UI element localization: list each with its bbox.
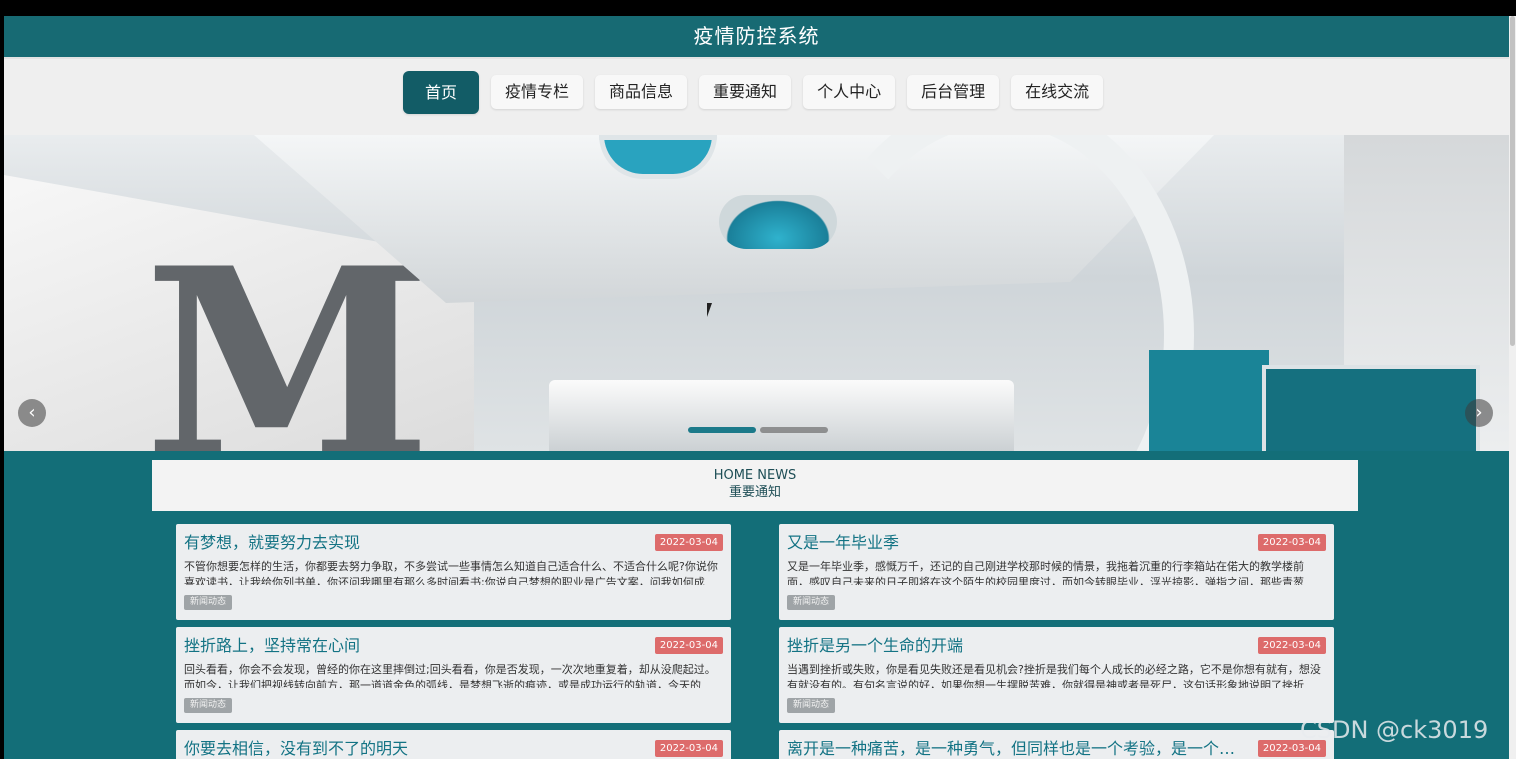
section-title-en: HOME NEWS (713, 468, 797, 483)
watermark: CSDN @ck3019 (1300, 716, 1489, 744)
nav-item-0[interactable]: 首页 (403, 71, 480, 114)
carousel-indicator[interactable] (688, 427, 828, 437)
news-date-badge: 2022-03-04 (654, 637, 723, 654)
app-frame: 疫情防控系统 首页 疫情专栏 商品信息 重要通知 个人中心 后台管理 在线交流 M ‹ › … (4, 16, 1509, 759)
banner-carousel[interactable]: M ‹ › (4, 135, 1509, 451)
section-header: HOME NEWS 重要通知 (152, 460, 1358, 511)
nav-item-1[interactable]: 疫情专栏 (491, 75, 584, 109)
news-title[interactable]: 挫折是另一个生命的开端 (787, 636, 1247, 656)
chevron-right-icon[interactable]: › (1465, 399, 1493, 427)
nav-item-4[interactable]: 个人中心 (803, 75, 896, 109)
section-title-cn: 重要通知 (728, 485, 781, 500)
news-title[interactable]: 有梦想，就要努力去实现 (184, 533, 644, 553)
main-nav: 首页 疫情专栏 商品信息 重要通知 个人中心 后台管理 在线交流 (4, 57, 1509, 137)
news-date-badge: 2022-03-04 (1257, 637, 1326, 654)
mouse-cursor-icon (707, 303, 717, 317)
news-title[interactable]: 又是一年毕业季 (787, 533, 1247, 553)
banner-image-panel (1149, 350, 1269, 451)
carousel-dot[interactable] (688, 427, 756, 433)
news-card[interactable]: 离开是一种痛苦，是一种勇气，但同样也是一个考验，是一个新的... 2022-03-… (779, 730, 1334, 759)
news-title[interactable]: 离开是一种痛苦，是一种勇气，但同样也是一个考验，是一个新的... (787, 739, 1247, 759)
news-category-tag[interactable]: 新闻动态 (184, 698, 233, 713)
news-date-badge: 2022-03-04 (654, 534, 723, 551)
news-card[interactable]: 挫折是另一个生命的开端 2022-03-04 当遇到挫折或失败，你是看见失败还是看见… (779, 627, 1334, 723)
news-summary: 不管你想要怎样的生活，你都要去努力争取，不多尝试一些事情怎么知道自己适合什么、不… (184, 560, 718, 585)
news-category-tag[interactable]: 新闻动态 (787, 698, 836, 713)
page-scrollbar[interactable] (1509, 16, 1516, 759)
nav-item-6[interactable]: 在线交流 (1011, 75, 1104, 109)
news-card[interactable]: 有梦想，就要努力去实现 2022-03-04 不管你想要怎样的生活，你都要去努力争取… (176, 524, 731, 620)
news-category-tag[interactable]: 新闻动态 (787, 595, 836, 610)
news-summary: 回头看看，你会不会发现，曾经的你在这里摔倒过;回头看看，你是否发现，一次次地重复… (184, 663, 716, 688)
scrollbar-thumb[interactable] (1510, 16, 1515, 346)
banner-image-cabinet (1262, 365, 1480, 451)
nav-item-3[interactable]: 重要通知 (699, 75, 792, 109)
nav-item-5[interactable]: 后台管理 (907, 75, 1000, 109)
news-card[interactable]: 挫折路上，坚持常在心间 2022-03-04 回头看看，你会不会发现，曾经的你在这里… (176, 627, 731, 723)
banner-image-lamp (719, 195, 837, 249)
news-category-tag[interactable]: 新闻动态 (184, 595, 233, 610)
banner-image-bed (549, 380, 1014, 451)
news-card[interactable]: 又是一年毕业季 2022-03-04 又是一年毕业季，感慨万千，还记的自己刚进学校那… (779, 524, 1334, 620)
news-title[interactable]: 挫折路上，坚持常在心间 (184, 636, 644, 656)
banner-image-letter: M (144, 212, 432, 452)
news-title[interactable]: 你要去相信，没有到不了的明天 (184, 739, 644, 759)
news-summary: 又是一年毕业季，感慨万千，还记的自己刚进学校那时候的情景，我拖着沉重的行李箱站在… (787, 560, 1304, 585)
app-title: 疫情防控系统 (4, 16, 1509, 57)
carousel-dot[interactable] (760, 427, 828, 433)
chevron-left-icon[interactable]: ‹ (18, 399, 46, 427)
news-summary: 当遇到挫折或失败，你是看见失败还是看见机会?挫折是我们每个人成长的必经之路，它不… (787, 663, 1321, 688)
news-card[interactable]: 你要去相信，没有到不了的明天 2022-03-04 (176, 730, 731, 759)
news-date-badge: 2022-03-04 (654, 740, 723, 757)
nav-items: 首页 疫情专栏 商品信息 重要通知 个人中心 后台管理 在线交流 (403, 71, 1104, 114)
news-date-badge: 2022-03-04 (1257, 534, 1326, 551)
nav-item-2[interactable]: 商品信息 (595, 75, 688, 109)
